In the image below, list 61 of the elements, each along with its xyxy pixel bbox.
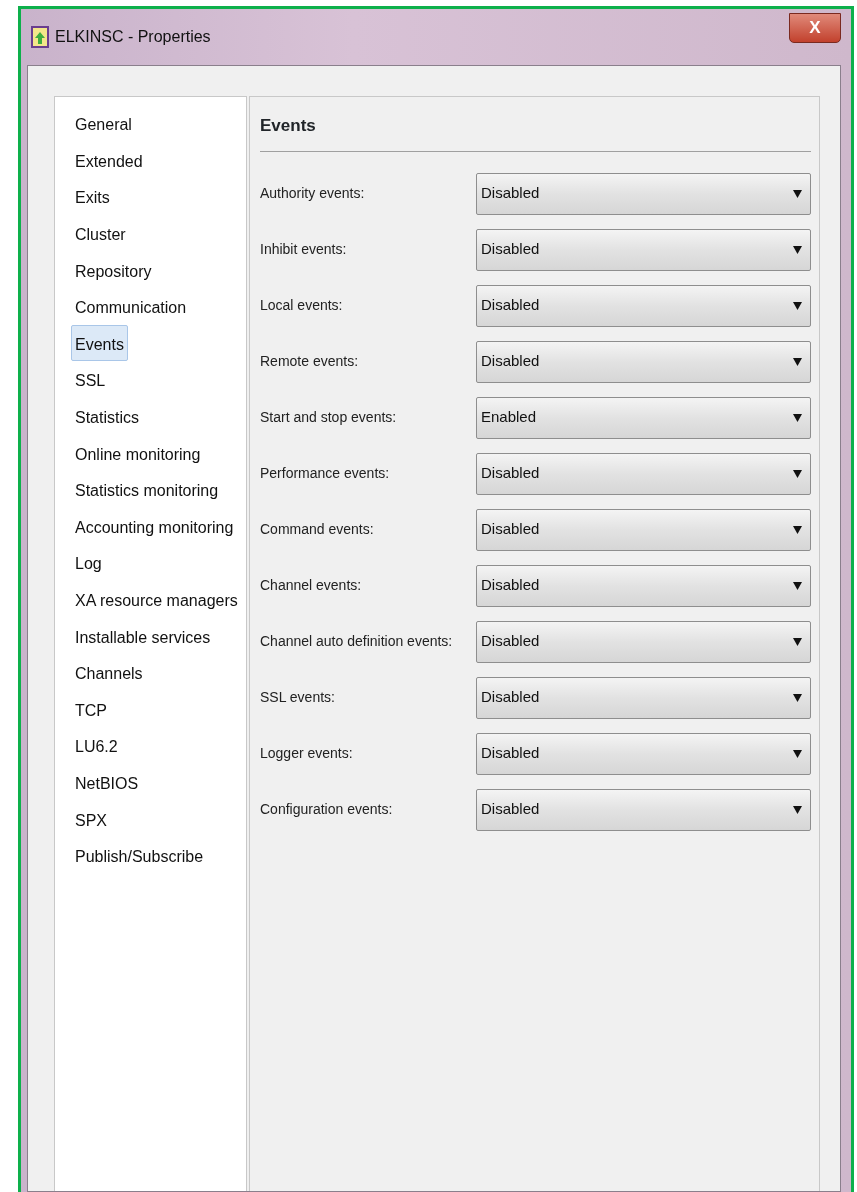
close-button[interactable]: X <box>789 13 841 43</box>
window-title: ELKINSC - Properties <box>55 27 211 47</box>
sidebar-item[interactable]: Cluster <box>71 214 130 252</box>
field-label: Remote events: <box>260 352 360 371</box>
field-label: SSL events: <box>260 688 336 707</box>
sidebar-item[interactable]: XA resource managers <box>71 580 242 618</box>
sidebar-item[interactable]: NetBIOS <box>71 763 143 801</box>
caret-icon <box>793 469 802 478</box>
panel-heading: Events <box>260 109 811 152</box>
sidebar-item[interactable]: Accounting monitoring <box>71 507 238 545</box>
field-label: Inhibit events: <box>260 240 348 259</box>
dropdown-field[interactable]: Disabled <box>476 676 811 719</box>
dropdown-field[interactable]: Disabled <box>476 788 811 831</box>
sidebar-item[interactable]: Installable services <box>71 617 215 654</box>
dropdown-field[interactable]: Disabled <box>476 564 811 607</box>
field-label: Channel events: <box>260 576 363 595</box>
caret-icon <box>793 245 802 254</box>
caret-icon <box>793 693 802 702</box>
dropdown-field[interactable]: Disabled <box>476 508 811 551</box>
sidebar-item[interactable]: Repository <box>71 251 156 288</box>
dropdown-field[interactable]: Disabled <box>476 732 811 775</box>
dropdown-field[interactable]: Disabled <box>476 228 811 271</box>
caret-icon <box>793 581 802 590</box>
sidebar-item[interactable]: Online monitoring <box>71 434 205 471</box>
sidebar-item[interactable]: Log <box>71 544 106 581</box>
caret-icon <box>793 637 802 646</box>
sidebar-item[interactable]: Publish/Subscribe <box>71 836 208 874</box>
caret-icon <box>793 805 802 814</box>
field-label: Channel auto definition events: <box>260 632 454 651</box>
sidebar-item[interactable]: General <box>71 105 136 142</box>
field-label: Performance events: <box>260 464 391 483</box>
sidebar-item[interactable]: SSL <box>71 361 110 398</box>
sidebar-item[interactable]: TCP <box>71 690 111 728</box>
sidebar-item[interactable]: LU6.2 <box>71 727 122 764</box>
caret-icon <box>793 357 802 366</box>
sidebar-item[interactable]: Exits <box>71 178 114 215</box>
dropdown-field[interactable]: Disabled <box>476 452 811 495</box>
dropdown-field[interactable]: Disabled <box>476 172 811 215</box>
sidebar-item[interactable]: Statistics <box>71 397 143 435</box>
field-label: Configuration events: <box>260 800 394 819</box>
dropdown-field[interactable]: Disabled <box>476 620 811 663</box>
sidebar-item[interactable]: Statistics monitoring <box>71 470 223 508</box>
field-label: Start and stop events: <box>260 408 398 427</box>
field-label: Authority events: <box>260 184 366 203</box>
sidebar-item[interactable]: SPX <box>71 800 111 837</box>
sidebar-item[interactable]: Communication <box>71 287 191 325</box>
sidebar-item[interactable]: Events <box>71 324 128 362</box>
sidebar-item[interactable]: Extended <box>71 141 147 179</box>
caret-icon <box>793 301 802 310</box>
sidebar-item[interactable]: Channels <box>71 653 147 691</box>
caret-icon <box>793 749 802 758</box>
caret-icon <box>793 413 802 422</box>
field-label: Command events: <box>260 520 375 539</box>
caret-icon <box>793 189 802 198</box>
caret-icon <box>793 525 802 534</box>
dropdown-field[interactable]: Enabled <box>476 396 811 439</box>
dropdown-field[interactable]: Disabled <box>476 340 811 383</box>
field-label: Logger events: <box>260 744 354 763</box>
app-icon <box>31 26 49 48</box>
field-label: Local events: <box>260 296 344 315</box>
dropdown-field[interactable]: Disabled <box>476 284 811 327</box>
